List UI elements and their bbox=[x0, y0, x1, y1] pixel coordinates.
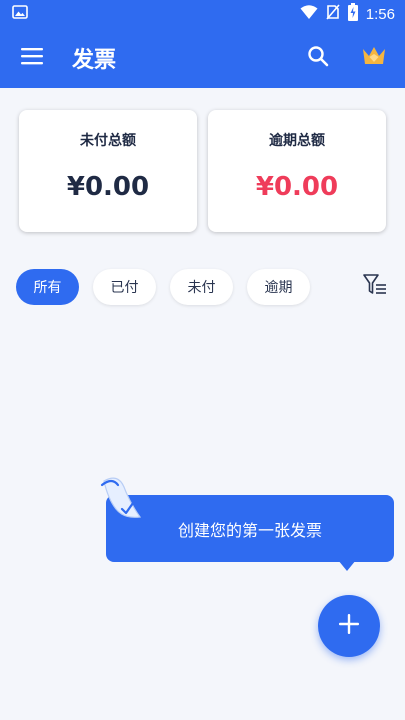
overdue-total-card: 逾期总额 ¥0.00 bbox=[208, 110, 386, 232]
status-time: 1:56 bbox=[365, 5, 395, 23]
page-title: 发票 bbox=[72, 48, 117, 73]
filter-chip-unpaid[interactable]: 未付 bbox=[170, 269, 233, 305]
filter-options-button[interactable] bbox=[361, 273, 389, 301]
hint-tail bbox=[338, 560, 356, 571]
menu-icon bbox=[21, 47, 43, 69]
search-icon bbox=[307, 45, 329, 71]
filter-chip-all[interactable]: 所有 bbox=[16, 269, 79, 305]
image-icon bbox=[12, 4, 28, 24]
filter-chip-overdue[interactable]: 逾期 bbox=[247, 269, 310, 305]
add-invoice-button[interactable] bbox=[318, 595, 380, 657]
battery-charging-icon bbox=[347, 3, 358, 25]
unpaid-total-label: 未付总额 bbox=[80, 133, 136, 149]
search-button[interactable] bbox=[293, 28, 343, 88]
menu-button[interactable] bbox=[0, 28, 64, 88]
app-bar: 发票 bbox=[0, 28, 405, 88]
status-bar: 1:56 bbox=[0, 0, 405, 28]
plus-icon bbox=[338, 613, 360, 639]
overdue-total-value: ¥0.00 bbox=[255, 172, 339, 202]
crown-icon bbox=[361, 45, 387, 71]
create-invoice-hint: 创建您的第一张发票 bbox=[106, 495, 394, 562]
create-invoice-hint-text: 创建您的第一张发票 bbox=[177, 520, 322, 540]
no-sim-icon bbox=[326, 4, 340, 24]
filter-bar: 所有 已付 未付 逾期 bbox=[16, 269, 391, 305]
overdue-total-label: 逾期总额 bbox=[269, 133, 325, 149]
wifi-icon bbox=[300, 4, 318, 24]
paper-plane-mascot-icon bbox=[98, 473, 144, 525]
summary-cards: 未付总额 ¥0.00 逾期总额 ¥0.00 bbox=[19, 110, 386, 232]
unpaid-total-value: ¥0.00 bbox=[66, 172, 150, 202]
filter-chip-paid[interactable]: 已付 bbox=[93, 269, 156, 305]
filter-list-icon bbox=[363, 274, 387, 300]
premium-button[interactable] bbox=[343, 28, 405, 88]
unpaid-total-card: 未付总额 ¥0.00 bbox=[19, 110, 197, 232]
